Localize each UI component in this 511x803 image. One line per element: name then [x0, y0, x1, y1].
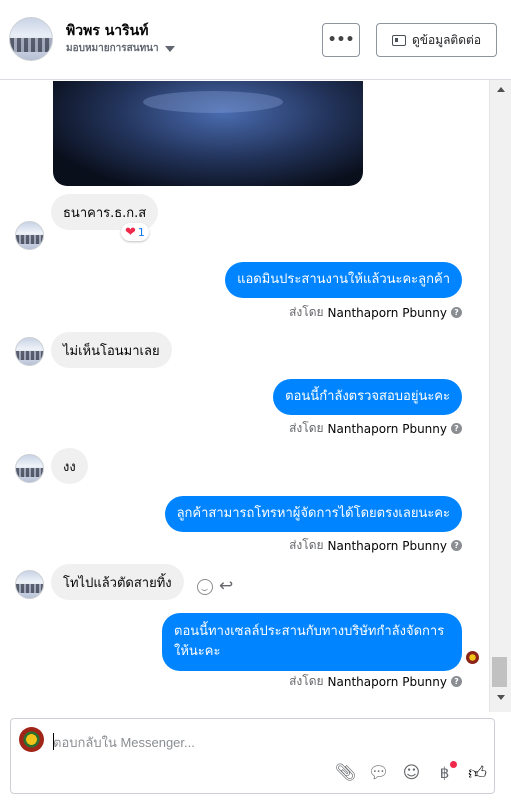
outgoing-message[interactable]: ตอนนี้ทางเซลล์ประสานกับทางบริษัทกำลังจัด… — [162, 613, 462, 671]
sent-by-name: Nanthaporn Pbunny — [327, 305, 447, 320]
contact-avatar[interactable] — [9, 17, 53, 61]
paperclip-icon[interactable]: 📎︎ — [335, 762, 357, 783]
message-line: ตอนนี้ทางเซลล์ประสานกับทางบริษัทกำลังจัด… — [174, 624, 445, 639]
notification-dot — [450, 761, 457, 768]
sent-by-prefix: ส่งโดย — [289, 674, 324, 688]
scroll-down-arrow-icon[interactable] — [497, 695, 505, 700]
message-actions: ↩ — [197, 578, 233, 595]
outgoing-message[interactable]: ลูกค้าสามารถโทรหาผู้จัดการได้โดยตรงเลยนะ… — [164, 496, 462, 532]
reaction-badge[interactable]: ❤ 1 — [121, 223, 149, 241]
contact-name[interactable]: พิวพร นารินท์ — [66, 20, 148, 42]
outgoing-message[interactable]: ตอนนี้กำลังตรวจสอบอยู่นะคะ — [273, 379, 462, 415]
sender-avatar — [15, 454, 44, 483]
page-avatar — [19, 727, 44, 752]
reply-composer: 📎︎ 💬︎ ☺ ฿ 👍︎ — [10, 718, 495, 794]
info-icon[interactable]: ? — [451, 307, 462, 318]
thumbs-up-icon[interactable]: 👍︎ — [467, 762, 488, 784]
contact-card-icon — [391, 34, 406, 46]
sender-avatar — [15, 221, 44, 250]
sent-by-name: Nanthaporn Pbunny — [327, 538, 447, 553]
scroll-thumb[interactable] — [492, 657, 507, 687]
incoming-message[interactable]: งง — [51, 448, 88, 484]
incoming-message[interactable]: โทไปแล้วตัดสายทิ้ง — [51, 564, 184, 600]
reply-icon[interactable]: ↩ — [219, 578, 233, 595]
sent-by-label: ส่งโดย Nanthaporn Pbunny ? — [289, 419, 462, 438]
text-cursor — [53, 733, 54, 750]
message-line: ให้นะคะ — [174, 644, 221, 659]
seen-indicator-avatar — [466, 651, 479, 664]
conversation-header: พิวพร นารินท์ มอบหมายการสนทนา ••• ดูข้อม… — [0, 0, 511, 80]
outgoing-message[interactable]: แอดมินประสานงานให้แล้วนะคะลูกค้า — [225, 262, 462, 298]
thread-scrollbar[interactable] — [489, 80, 511, 712]
view-contact-info-label: ดูข้อมูลติดต่อ — [411, 32, 482, 47]
info-icon[interactable]: ? — [451, 676, 462, 687]
reaction-count: 1 — [137, 225, 145, 239]
caret-down-icon — [164, 45, 175, 52]
info-icon[interactable]: ? — [451, 540, 462, 551]
baht-icon[interactable]: ฿ — [434, 761, 457, 783]
more-options-button[interactable]: ••• — [322, 23, 360, 57]
sender-avatar — [15, 337, 44, 366]
react-smile-icon[interactable] — [197, 578, 213, 595]
sender-avatar — [15, 570, 44, 599]
assign-conversation-dropdown[interactable]: มอบหมายการสนทนา — [66, 41, 175, 56]
sent-by-prefix: ส่งโดย — [289, 305, 324, 319]
assign-label: มอบหมายการสนทนา — [66, 43, 159, 54]
sent-by-label: ส่งโดย Nanthaporn Pbunny ? — [289, 536, 462, 555]
sent-by-label: ส่งโดย Nanthaporn Pbunny ? — [289, 303, 462, 322]
chat-bubble-icon[interactable]: 💬︎ — [368, 762, 390, 783]
view-contact-info-button[interactable]: ดูข้อมูลติดต่อ — [376, 23, 497, 57]
sent-by-name: Nanthaporn Pbunny — [327, 674, 447, 689]
composer-toolbar: 📎︎ 💬︎ ☺ ฿ 👍︎ — [335, 761, 488, 784]
incoming-message[interactable]: ไม่เห็นโอนมาเลย — [51, 332, 172, 368]
sent-by-label: ส่งโดย Nanthaporn Pbunny ? — [289, 672, 462, 691]
shared-photo[interactable] — [53, 81, 363, 186]
scroll-up-arrow-icon[interactable] — [497, 87, 505, 92]
reply-input[interactable] — [53, 731, 473, 753]
message-thread[interactable]: ธนาคาร.ธ.ก.ส ❤ 1 แอดมินประสานงานให้แล้วน… — [0, 81, 489, 712]
heart-icon: ❤ — [125, 224, 136, 240]
info-icon[interactable]: ? — [451, 423, 462, 434]
smile-icon[interactable]: ☺ — [401, 762, 422, 783]
sent-by-prefix: ส่งโดย — [289, 421, 324, 435]
sent-by-prefix: ส่งโดย — [289, 538, 324, 552]
sent-by-name: Nanthaporn Pbunny — [327, 421, 447, 436]
